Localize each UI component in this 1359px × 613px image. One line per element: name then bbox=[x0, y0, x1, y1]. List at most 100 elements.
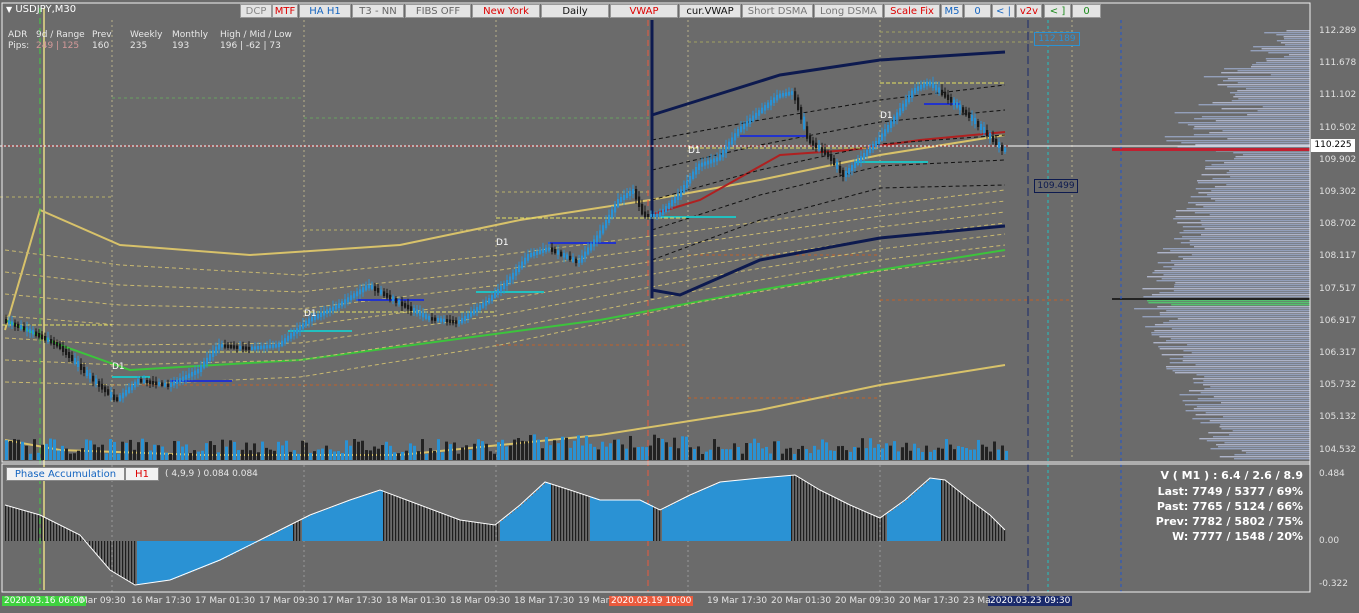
toolbar-button-0[interactable]: DCP bbox=[240, 4, 272, 18]
candle-body bbox=[644, 211, 647, 217]
toolbar-button-7[interactable]: VWAP bbox=[610, 4, 678, 18]
volume-bar bbox=[533, 434, 536, 460]
profile-bar bbox=[1177, 318, 1310, 320]
toolbar-button-9[interactable]: Short DSMA bbox=[742, 4, 813, 18]
osc-bar bbox=[116, 541, 118, 574]
candle-body bbox=[638, 196, 641, 207]
volume-bar bbox=[553, 440, 556, 460]
osc-bar bbox=[449, 515, 451, 541]
profile-bar bbox=[1226, 172, 1310, 174]
osc-bar bbox=[800, 478, 802, 541]
toolbar-button-15[interactable]: v2v bbox=[1016, 4, 1042, 18]
candle-body bbox=[860, 156, 863, 162]
candle-body bbox=[233, 345, 236, 349]
profile-bar bbox=[1174, 112, 1310, 114]
oscillator-timeframe-button[interactable]: H1 bbox=[125, 467, 159, 481]
candle-body bbox=[113, 394, 116, 401]
candle-body bbox=[74, 358, 77, 364]
osc-bar bbox=[947, 481, 949, 541]
toolbar-button-17[interactable]: 0 bbox=[1072, 4, 1101, 18]
toolbar-button-4[interactable]: FIBS OFF bbox=[405, 4, 471, 18]
toolbar-button-13[interactable]: 0 bbox=[964, 4, 991, 18]
candle-body bbox=[767, 102, 770, 109]
candle-body bbox=[374, 286, 377, 291]
osc-bar bbox=[908, 497, 911, 541]
profile-bar bbox=[1193, 408, 1310, 410]
dropdown-icon[interactable]: ▼ bbox=[6, 5, 12, 14]
chart-frame bbox=[1, 2, 1311, 593]
volume-bar bbox=[229, 440, 232, 460]
oscillator-name-button[interactable]: Phase Accumulation bbox=[6, 467, 125, 481]
osc-bar bbox=[671, 504, 674, 541]
osc-bar bbox=[704, 488, 707, 541]
candle-body bbox=[359, 289, 362, 295]
volume-bar bbox=[361, 440, 364, 460]
volume-bar bbox=[497, 442, 500, 460]
stat-v: V ( M1 ) : 6.4 / 2.6 / 8.9 bbox=[1160, 469, 1303, 482]
profile-bar bbox=[1212, 178, 1310, 180]
candle-body bbox=[185, 375, 188, 380]
time-start-tag: 2020.03.16 06:00 bbox=[2, 596, 87, 606]
profile-bar bbox=[1206, 440, 1310, 442]
candle-body bbox=[35, 331, 38, 336]
osc-bar bbox=[305, 517, 308, 541]
volume-bar bbox=[945, 439, 948, 460]
price-tick-label: 111.678 bbox=[1319, 58, 1357, 69]
osc-bar bbox=[530, 495, 533, 541]
toolbar-button-5[interactable]: New York bbox=[472, 4, 540, 18]
volume-bar bbox=[625, 448, 628, 460]
osc-bar bbox=[5, 505, 7, 541]
candle-body bbox=[734, 133, 737, 141]
candle-body bbox=[221, 344, 224, 348]
toolbar-button-10[interactable]: Long DSMA bbox=[814, 4, 883, 18]
toolbar-button-2[interactable]: HA H1 bbox=[299, 4, 351, 18]
osc-bar bbox=[281, 529, 284, 541]
toolbar-button-8[interactable]: cur.VWAP bbox=[679, 4, 741, 18]
profile-bar bbox=[1197, 180, 1310, 182]
profile-bar bbox=[1237, 90, 1310, 92]
price-tick-label: 108.702 bbox=[1319, 219, 1357, 230]
osc-bar bbox=[224, 541, 227, 558]
low-price-tag: 109.499 bbox=[1034, 179, 1078, 193]
toolbar-button-12[interactable]: M5 bbox=[941, 4, 963, 18]
adr-prev-value: 160 bbox=[92, 41, 110, 51]
candle-body bbox=[707, 160, 710, 165]
toolbar-button-16[interactable]: < ] bbox=[1044, 4, 1071, 18]
candle-body bbox=[209, 354, 212, 361]
candle-body bbox=[794, 91, 797, 101]
osc-bar bbox=[179, 541, 182, 577]
profile-bar bbox=[1195, 204, 1310, 206]
candle-body bbox=[908, 94, 911, 103]
adr-hml-label: High / Mid / Low bbox=[220, 30, 292, 40]
candle-body bbox=[452, 319, 455, 324]
profile-bar bbox=[1215, 120, 1310, 122]
volume-bar bbox=[117, 453, 120, 460]
toolbar-button-6[interactable]: Daily bbox=[541, 4, 609, 18]
toolbar-button-11[interactable]: Scale Fix bbox=[884, 4, 940, 18]
osc-bar bbox=[851, 505, 853, 541]
profile-bar bbox=[1151, 332, 1310, 334]
band-dashed-yellow bbox=[4, 255, 1006, 386]
toolbar-button-14[interactable]: < | bbox=[992, 4, 1015, 18]
osc-bar bbox=[56, 523, 58, 541]
candle-body bbox=[917, 86, 920, 91]
osc-bar bbox=[656, 508, 658, 541]
volume-bar bbox=[221, 439, 224, 460]
volume-bar bbox=[821, 439, 824, 460]
profile-bar bbox=[1201, 224, 1310, 226]
candle-body bbox=[995, 139, 998, 145]
volume-bar bbox=[601, 441, 604, 460]
toolbar-button-3[interactable]: T3 - NN bbox=[352, 4, 404, 18]
candle-body bbox=[896, 112, 899, 120]
candle-body bbox=[62, 346, 65, 352]
profile-bar bbox=[1276, 34, 1310, 36]
osc-bar bbox=[797, 476, 799, 541]
candle-body bbox=[308, 318, 311, 324]
toolbar-button-1[interactable]: MTF bbox=[272, 4, 298, 18]
candle-body bbox=[104, 386, 107, 393]
candle-body bbox=[824, 149, 827, 155]
profile-bar bbox=[1222, 130, 1310, 132]
osc-bar bbox=[896, 506, 899, 541]
candle-body bbox=[473, 309, 476, 315]
candle-body bbox=[356, 291, 359, 297]
